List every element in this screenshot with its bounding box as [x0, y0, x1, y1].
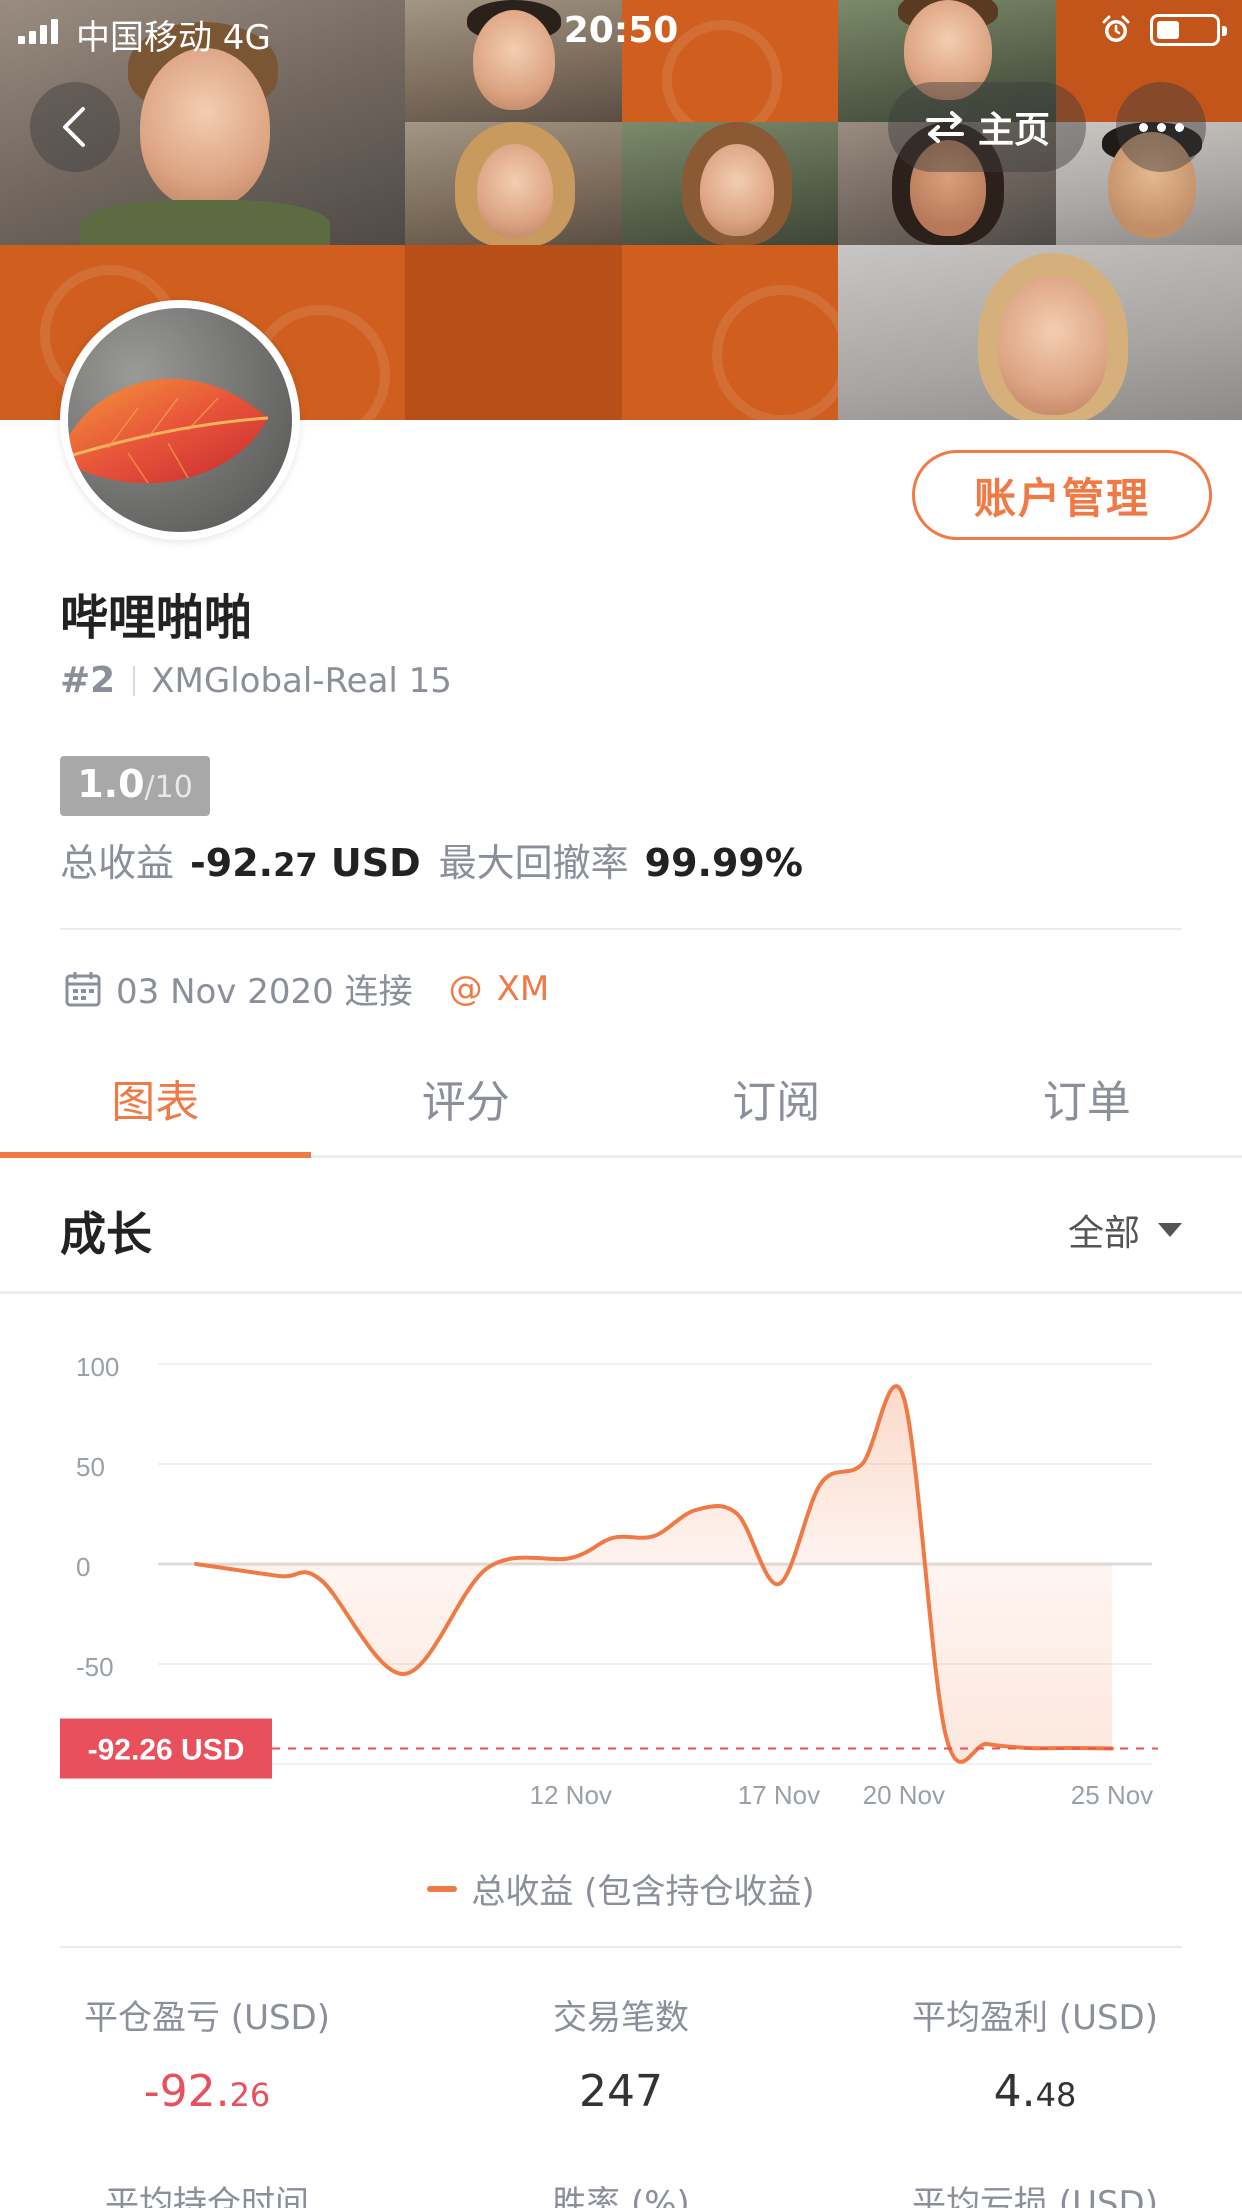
trade-count-stat: 交易笔数 247: [414, 1990, 828, 2117]
caret-down-icon: [1158, 1223, 1182, 1237]
swap-arrows-icon: [925, 111, 964, 143]
legend-label: 总收益 (包含持仓收益): [471, 1872, 815, 1912]
chart-legend: 总收益 (包含持仓收益): [0, 1864, 1242, 1913]
total-profit-label: 总收益: [60, 841, 175, 885]
battery-icon: [1150, 14, 1227, 46]
closed-pnl-stat: 平仓盈亏 (USD) -92.26: [0, 1990, 414, 2117]
legend-swatch: [427, 1885, 458, 1892]
calendar-icon: [65, 971, 101, 1006]
profit-summary: 总收益 -92.27 USD 最大回撤率 99.99%: [60, 832, 821, 887]
stat-label: 平均亏损 (USD): [912, 2184, 1158, 2208]
win-rate-stat: 胜率 (%): [414, 2176, 828, 2208]
score-value: 1.0: [77, 762, 145, 806]
max-drawdown-label: 最大回撤率: [438, 841, 629, 885]
score-badge: 1.0 /10: [60, 756, 210, 816]
more-dot-icon: [1174, 122, 1184, 132]
stat-value: 247: [579, 2066, 663, 2117]
stat-label: 交易笔数: [553, 1998, 689, 2038]
status-bar: 中国移动 4G 20:50: [0, 0, 1242, 60]
tab-orders[interactable]: 订单: [932, 1040, 1242, 1155]
clock: 20:50: [563, 10, 679, 51]
connected-date: 03 Nov 2020 连接: [116, 972, 413, 1012]
banner-photo-blonde-woman: [405, 122, 622, 245]
more-dot-icon: [1138, 122, 1148, 132]
banner-photo-blonde-smiling: [838, 245, 1242, 420]
stat-label: 平均持仓时间: [105, 2184, 309, 2208]
divider: [60, 928, 1182, 930]
range-filter-dropdown[interactable]: 全部: [1068, 1204, 1182, 1256]
account-management-button[interactable]: 账户管理: [912, 450, 1212, 540]
trade-stats-row: 平仓盈亏 (USD) -92.26 交易笔数 247 平均盈利 (USD) 4.…: [0, 1990, 1242, 2117]
stat-label: 平均盈利 (USD): [912, 1998, 1158, 2038]
home-label: 主页: [977, 110, 1050, 151]
divider: [60, 1946, 1182, 1948]
x-tick-label: 25 Nov: [1071, 1780, 1153, 1810]
avatar-image-leaf: [68, 308, 292, 532]
banner-photo-woman-park: [622, 122, 838, 245]
section-title: 成长: [60, 1207, 152, 1261]
y-tick-label: 0: [76, 1552, 90, 1582]
trade-stats-row-2: 平均持仓时间 胜率 (%) 平均亏损 (USD): [0, 2176, 1242, 2208]
rank-badge: #2: [60, 660, 116, 701]
avg-loss-stat: 平均亏损 (USD): [828, 2176, 1242, 2208]
rank-row: #2 XMGlobal-Real 15: [60, 660, 452, 701]
stat-value: -92.26: [143, 2066, 271, 2117]
y-tick-label: 50: [76, 1452, 105, 1482]
banner-orange-tile: [405, 245, 622, 420]
avatar[interactable]: [60, 300, 300, 540]
total-profit-value: -92.27 USD: [190, 841, 421, 885]
x-tick-label: 17 Nov: [738, 1780, 820, 1810]
chevron-left-icon: [63, 107, 85, 147]
avg-holding-time-stat: 平均持仓时间: [0, 2176, 414, 2208]
server-name: XMGlobal-Real 15: [151, 660, 452, 701]
stat-label: 胜率 (%): [552, 2184, 690, 2208]
alarm-icon: [1102, 15, 1130, 42]
max-drawdown-value: 99.99%: [644, 841, 803, 885]
switch-home-button[interactable]: 主页: [888, 82, 1086, 172]
score-total: /10: [144, 770, 193, 805]
more-dot-icon: [1156, 122, 1166, 132]
divider: [133, 665, 136, 696]
connection-info: 03 Nov 2020 连接 @ XM: [64, 964, 549, 1013]
filter-label: 全部: [1067, 1213, 1140, 1254]
growth-section-header: 成长 全部: [0, 1160, 1242, 1294]
banner-orange-tile: [622, 245, 838, 420]
growth-chart[interactable]: 100 50 0 -50 -92.26 USD 12 Nov 17 Nov 20 Nov 25 …: [0, 1300, 1242, 1860]
broker-link[interactable]: XM: [497, 969, 550, 1009]
y-tick-label: -50: [76, 1652, 114, 1682]
stat-value: 4.48: [993, 2066, 1077, 2117]
at-icon: @: [448, 968, 483, 1009]
more-button[interactable]: [1116, 82, 1206, 172]
avg-profit-stat: 平均盈利 (USD) 4.48: [828, 1990, 1242, 2117]
tab-bar: 图表 评分 订阅 订单: [0, 1040, 1242, 1158]
series-area: [196, 1386, 1112, 1762]
x-tick-label: 20 Nov: [863, 1780, 945, 1810]
back-button[interactable]: [30, 82, 120, 172]
tab-chart[interactable]: 图表: [0, 1040, 311, 1158]
tab-rating[interactable]: 评分: [311, 1040, 622, 1155]
current-value-label: -92.26 USD: [88, 1734, 245, 1767]
x-tick-label: 12 Nov: [530, 1780, 612, 1810]
username: 哔哩啪啪: [60, 590, 253, 646]
stat-label: 平仓盈亏 (USD): [84, 1998, 330, 2038]
y-tick-label: 100: [76, 1352, 119, 1382]
tab-subscribe[interactable]: 订阅: [621, 1040, 932, 1155]
